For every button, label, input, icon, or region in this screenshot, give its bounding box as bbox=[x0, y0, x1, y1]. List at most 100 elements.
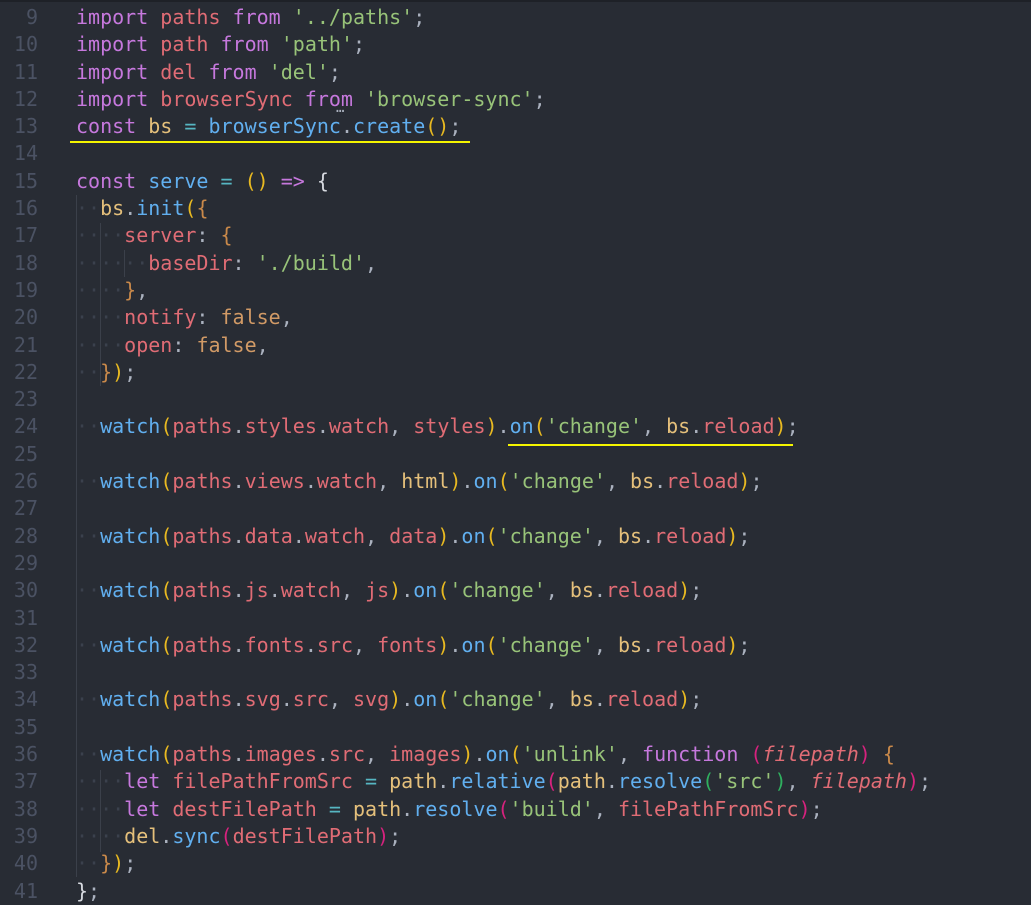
token-s: 'change' bbox=[497, 632, 594, 657]
code-line[interactable]: 30 ··watch(paths.js.watch, js).on('change… bbox=[0, 577, 1031, 604]
token-p bbox=[172, 114, 184, 138]
token-b1: ( bbox=[160, 523, 173, 548]
code-line[interactable]: 40 ··}); bbox=[0, 850, 1031, 877]
token-p bbox=[208, 223, 220, 247]
token-p: , bbox=[389, 414, 414, 439]
line-code: }; bbox=[76, 878, 100, 905]
token-p: ; bbox=[413, 5, 426, 29]
token-f: on bbox=[461, 632, 486, 657]
token-p: . bbox=[232, 469, 245, 494]
token-p bbox=[377, 769, 389, 793]
token-k: import bbox=[76, 5, 149, 29]
line-number: 41 bbox=[13, 878, 38, 903]
code-line[interactable]: 23 bbox=[0, 386, 1031, 413]
code-line[interactable]: 41}; bbox=[0, 878, 1031, 905]
token-p bbox=[196, 60, 208, 84]
code-line[interactable]: 24 ··watch(paths.styles.watch, styles).on… bbox=[0, 413, 1031, 440]
code-line[interactable]: 36 ··watch(paths.images.src, images).on('… bbox=[0, 741, 1031, 768]
code-line[interactable]: 39 ····del.sync(destFilePath); bbox=[0, 823, 1031, 850]
token-p: . bbox=[292, 523, 305, 548]
token-p: . bbox=[232, 632, 245, 657]
code-line[interactable]: 38 ····let destFilePath = path.resolve('b… bbox=[0, 796, 1031, 823]
code-line[interactable]: 34 ··watch(paths.svg.src, svg).on('change… bbox=[0, 686, 1031, 713]
token-s: './build' bbox=[256, 250, 366, 275]
token-p bbox=[871, 742, 883, 766]
code-line[interactable]: 33 bbox=[0, 659, 1031, 686]
token-b2: ( bbox=[497, 796, 510, 821]
line-number: 36 bbox=[13, 742, 38, 767]
token-v: src bbox=[328, 742, 366, 767]
token-p: ; bbox=[738, 632, 751, 657]
line-code: ··watch(paths.images.src, images).on('un… bbox=[76, 741, 895, 768]
code-line[interactable]: 29 bbox=[0, 550, 1031, 577]
code-line[interactable]: 10 import path from 'path'; bbox=[0, 31, 1031, 58]
code-line[interactable]: 20 ····notify: false, bbox=[0, 304, 1031, 331]
token-o: bs bbox=[617, 523, 643, 548]
code-line[interactable]: 18 ······baseDir: './build', bbox=[0, 250, 1031, 277]
code-line[interactable]: 32 ··watch(paths.fonts.src, fonts).on('ch… bbox=[0, 632, 1031, 659]
indent-guide bbox=[100, 223, 101, 386]
token-f: serve bbox=[148, 168, 209, 193]
code-line[interactable]: 17 ····server: { bbox=[0, 222, 1031, 249]
code-line[interactable]: 26 ··watch(paths.views.watch, html).on('c… bbox=[0, 468, 1031, 495]
token-p: ; bbox=[328, 59, 341, 84]
code-line[interactable]: 14 bbox=[0, 140, 1031, 167]
code-line[interactable]: 28 ··watch(paths.data.watch, data).on('ch… bbox=[0, 523, 1031, 550]
line-code: const bs = browserSync.create(); bbox=[76, 113, 461, 140]
token-b1: ) bbox=[485, 414, 498, 439]
code-line[interactable]: 21 ····open: false, bbox=[0, 332, 1031, 359]
code-line[interactable]: 16 ··bs.init({ bbox=[0, 195, 1031, 222]
code-line[interactable]: 37 ····let filePathFromSrc = path.relativ… bbox=[0, 768, 1031, 795]
token-o: path bbox=[389, 769, 438, 794]
token-p: . bbox=[401, 687, 414, 712]
token-s: 'unlink' bbox=[521, 742, 618, 767]
token-b2: ) bbox=[377, 823, 390, 848]
token-p: , bbox=[593, 632, 618, 657]
token-lb: { bbox=[316, 168, 329, 193]
token-s: 'del' bbox=[268, 59, 329, 84]
code-line[interactable]: 22 ··}); bbox=[0, 359, 1031, 386]
token-b1: ( bbox=[509, 742, 522, 767]
line-code: ··watch(paths.js.watch, js).on('change',… bbox=[76, 577, 702, 604]
code-line[interactable]: 27 bbox=[0, 495, 1031, 522]
token-p: , bbox=[365, 523, 390, 548]
token-p: : bbox=[172, 332, 185, 357]
code-line[interactable]: 19 ····}, bbox=[0, 277, 1031, 304]
token-b1: ) bbox=[461, 742, 474, 767]
token-p: . bbox=[449, 523, 462, 548]
code-line[interactable]: 11 import del from 'del'; bbox=[0, 59, 1031, 86]
token-p: , bbox=[365, 742, 390, 767]
token-k: import bbox=[76, 32, 149, 57]
line-number: 16 bbox=[13, 196, 38, 221]
token-s: 'change' bbox=[509, 469, 606, 494]
token-param: filepath bbox=[762, 742, 859, 767]
token-b2: ) bbox=[858, 742, 871, 767]
code-line[interactable]: 9 import paths from '../paths'; bbox=[0, 4, 1031, 31]
token-k: let bbox=[124, 769, 161, 794]
token-p: . bbox=[340, 114, 353, 139]
token-p: . bbox=[401, 796, 414, 821]
code-line[interactable]: 13 const bs = browserSync.create(); bbox=[0, 113, 1031, 140]
token-k: => bbox=[280, 168, 305, 193]
code-line[interactable]: 35 bbox=[0, 714, 1031, 741]
token-p: . bbox=[690, 414, 703, 439]
token-b1: ( bbox=[437, 687, 450, 712]
token-f: watch bbox=[100, 414, 161, 439]
line-code: ··bs.init({ bbox=[76, 195, 209, 222]
code-line[interactable]: 31 bbox=[0, 605, 1031, 632]
token-k: from bbox=[304, 86, 353, 111]
code-line[interactable]: 12 import browserSync from 'browser-sync'… bbox=[0, 86, 1031, 113]
code-line[interactable]: 15 const serve = () => { bbox=[0, 168, 1031, 195]
token-p: , bbox=[545, 687, 570, 712]
line-code: ··}); bbox=[76, 850, 136, 877]
line-code: ······baseDir: './build', bbox=[76, 250, 377, 277]
ellipsis-indicator[interactable]: … bbox=[336, 100, 344, 116]
code-editor[interactable]: 9 import paths from '../paths'; 10 import p… bbox=[0, 4, 1031, 905]
token-p bbox=[257, 60, 269, 84]
token-o: bs bbox=[569, 687, 594, 712]
token-v: src bbox=[292, 687, 329, 712]
token-p: . bbox=[593, 578, 606, 603]
token-s: 'path' bbox=[280, 32, 353, 57]
token-f: watch bbox=[100, 687, 161, 712]
token-p bbox=[148, 32, 160, 56]
